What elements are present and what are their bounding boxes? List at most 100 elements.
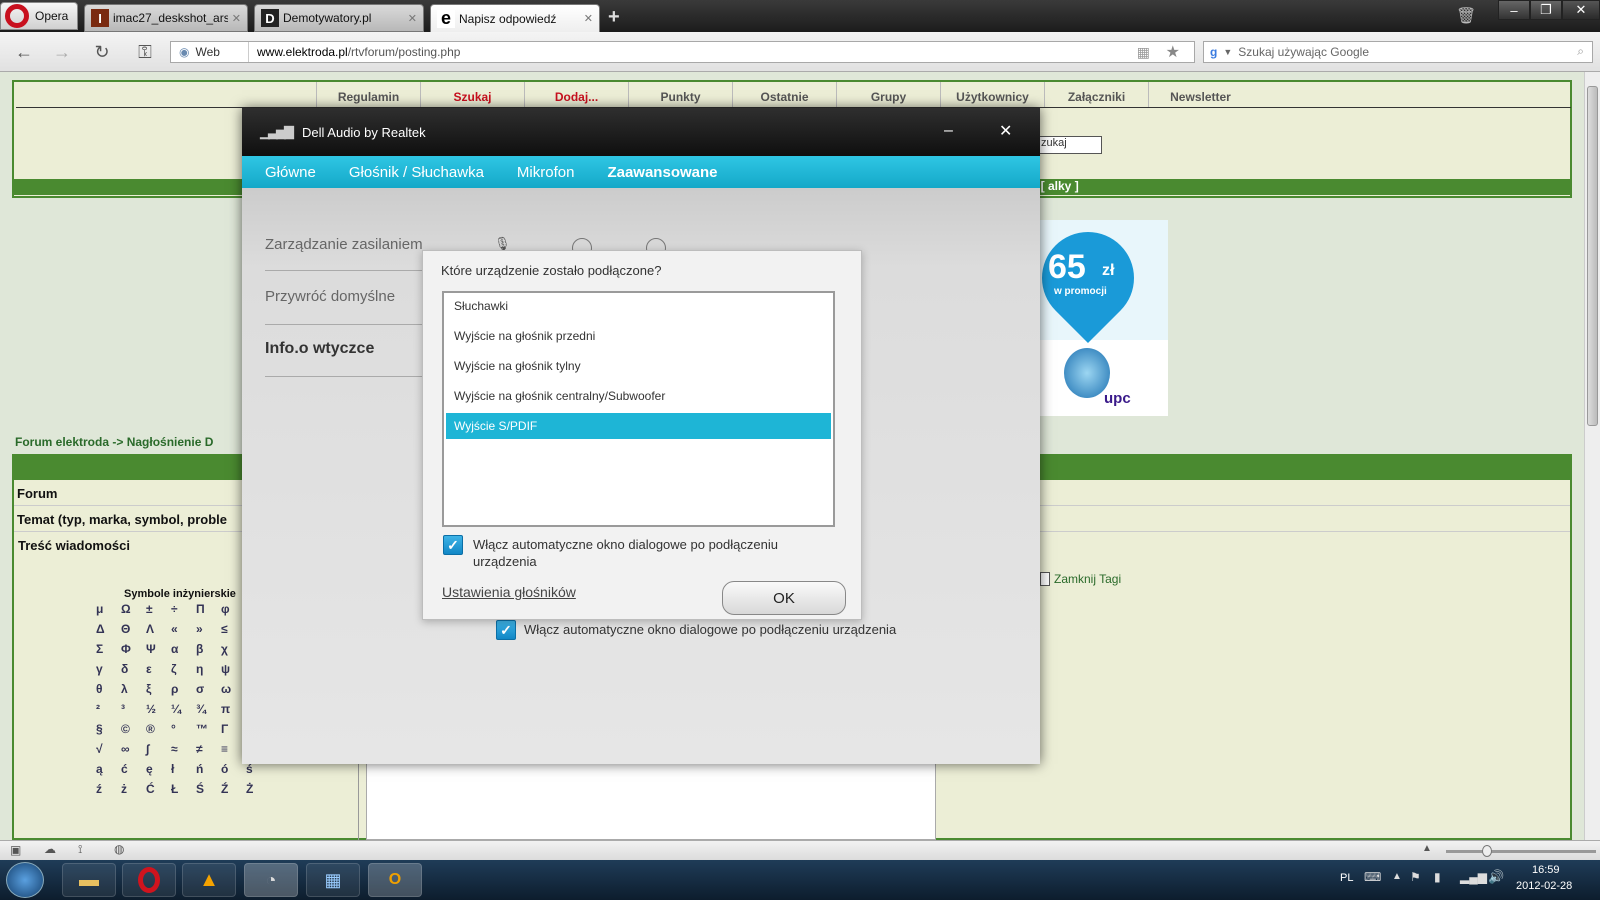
forum-search-input[interactable]: zukaj (1036, 136, 1102, 154)
nav-dodaj[interactable]: Dodaj... (524, 82, 628, 107)
upc-ad[interactable]: 65 zł w promocji upc (1022, 212, 1168, 416)
clock-date[interactable]: 2012-02-28 (1516, 880, 1572, 892)
list-item-spdif[interactable]: Wyjście S/PDIF (446, 413, 831, 439)
bottom-auto-dialog-label[interactable]: Włącz automatyczne okno dialogowe po pod… (524, 622, 896, 637)
symbol-button[interactable]: Π (196, 602, 221, 616)
symbol-button[interactable]: Ψ (146, 642, 171, 656)
search-field[interactable]: g ▼ Szukaj używając Google ⌕ (1203, 41, 1593, 63)
cloud-icon[interactable]: ☁ (44, 842, 56, 856)
list-item-center-subwoofer[interactable]: Wyjście na głośnik centralny/Subwoofer (446, 383, 831, 409)
symbol-button[interactable]: « (171, 622, 196, 636)
zoom-slider-handle[interactable] (1482, 845, 1492, 857)
device-list[interactable]: Słuchawki Wyjście na głośnik przedni Wyj… (442, 291, 835, 527)
keyboard-icon[interactable]: ⌨ (1364, 870, 1381, 884)
symbol-button[interactable]: Φ (121, 642, 146, 656)
nav-ostatnie[interactable]: Ostatnie (732, 82, 836, 107)
symbol-button[interactable]: Σ (96, 642, 121, 656)
tab-glowne[interactable]: Główne (265, 164, 316, 181)
url-field[interactable]: ◉ Web www.elektroda.pl/rtvforum/posting.… (170, 41, 1195, 63)
site-info-button[interactable]: ◉ Web (171, 42, 249, 62)
auto-dialog-label-line2[interactable]: urządzenia (473, 554, 537, 569)
symbol-button[interactable]: ¼ (171, 702, 196, 716)
auto-dialog-checkbox[interactable]: ✓ (443, 535, 463, 555)
close-tags-checkbox[interactable] (1040, 572, 1050, 586)
tab-glosnik-sluchawka[interactable]: Głośnik / Słuchawka (349, 164, 484, 181)
action-center-flag-icon[interactable]: ⚑ (1410, 870, 1421, 884)
close-tab-icon[interactable]: ✕ (584, 12, 593, 25)
explorer-taskbar-icon[interactable]: ▬ (62, 863, 116, 897)
auto-dialog-label-line1[interactable]: Włącz automatyczne okno dialogowe po pod… (473, 537, 778, 552)
minimize-icon[interactable]: – (1498, 0, 1530, 20)
symbol-button[interactable]: ≈ (171, 742, 196, 756)
vertical-scrollbar[interactable] (1584, 72, 1600, 840)
symbol-button[interactable]: ² (96, 702, 121, 716)
close-window-icon[interactable]: ✕ (1562, 0, 1600, 20)
speed-dial-icon[interactable]: ◍ (114, 842, 124, 856)
list-item-headphones[interactable]: Słuchawki (446, 293, 831, 319)
opera-menu-button[interactable]: Opera (0, 2, 78, 30)
zoom-slider[interactable] (1446, 850, 1596, 853)
list-item-front-speaker[interactable]: Wyjście na głośnik przedni (446, 323, 831, 349)
symbol-button[interactable]: Ź (221, 782, 246, 796)
symbol-button[interactable]: Ż (246, 782, 271, 796)
close-tab-icon[interactable]: ✕ (232, 12, 241, 25)
symbol-button[interactable]: η (196, 662, 221, 676)
symbol-button[interactable]: § (96, 722, 121, 736)
side-restore-defaults[interactable]: Przywróć domyślne (265, 288, 395, 305)
reload-icon[interactable]: ↻ (90, 42, 114, 62)
symbol-button[interactable]: ζ (171, 662, 196, 676)
symbol-button[interactable]: δ (121, 662, 146, 676)
symbol-button[interactable]: β (196, 642, 221, 656)
symbol-button[interactable]: ż (121, 782, 146, 796)
symbol-button[interactable]: ł (171, 762, 196, 776)
nav-grupy[interactable]: Grupy (836, 82, 940, 107)
new-tab-icon[interactable]: + (608, 6, 620, 29)
symbol-button[interactable]: ° (171, 722, 196, 736)
outlook-taskbar-icon[interactable]: O (368, 863, 422, 897)
symbol-button[interactable]: ρ (171, 682, 196, 696)
symbol-button[interactable]: ∫ (146, 742, 171, 756)
realtek-taskbar-icon[interactable]: ◔ (244, 863, 298, 897)
opera-taskbar-icon[interactable] (122, 863, 176, 897)
nav-regulamin[interactable]: Regulamin (316, 82, 420, 107)
rss-icon[interactable]: ▦ (1137, 44, 1150, 61)
symbol-button[interactable]: √ (96, 742, 121, 756)
search-icon[interactable]: ⌕ (1577, 44, 1584, 59)
back-icon[interactable]: ← (12, 42, 36, 62)
symbol-button[interactable]: ® (146, 722, 171, 736)
close-icon[interactable]: ✕ (999, 121, 1012, 141)
side-power-management[interactable]: Zarządzanie zasilaniem (265, 236, 423, 253)
symbol-button[interactable]: μ (96, 602, 121, 616)
bookmark-star-icon[interactable]: ★ (1166, 42, 1180, 62)
chevron-up-icon[interactable]: ▲ (1392, 871, 1402, 882)
tab-mikrofon[interactable]: Mikrofon (517, 164, 575, 181)
bottom-auto-dialog-checkbox[interactable]: ✓ (496, 620, 516, 640)
symbol-button[interactable]: λ (121, 682, 146, 696)
tab-imac[interactable]: I imac27_deskshot_ars.J... ✕ (84, 4, 248, 32)
symbol-button[interactable]: ξ (146, 682, 171, 696)
minimize-icon[interactable]: – (944, 122, 953, 140)
scroll-thumb[interactable] (1587, 86, 1598, 426)
control-panel-taskbar-icon[interactable]: ▦ (306, 863, 360, 897)
symbol-button[interactable]: ∞ (121, 742, 146, 756)
list-item-rear-speaker[interactable]: Wyjście na głośnik tylny (446, 353, 831, 379)
chevron-down-icon[interactable]: ▼ (1223, 47, 1232, 57)
symbol-button[interactable]: σ (196, 682, 221, 696)
symbol-button[interactable]: Δ (96, 622, 121, 636)
symbol-button[interactable]: ½ (146, 702, 171, 716)
symbol-button[interactable]: ε (146, 662, 171, 676)
tab-demotywatory[interactable]: D Demotywatory.pl ✕ (254, 4, 424, 32)
symbol-button[interactable]: Ł (171, 782, 196, 796)
symbol-button[interactable]: ą (96, 762, 121, 776)
symbol-button[interactable]: ś (246, 762, 271, 776)
symbol-button[interactable]: Θ (121, 622, 146, 636)
language-indicator[interactable]: PL (1340, 872, 1353, 884)
symbol-button[interactable]: γ (96, 662, 121, 676)
symbol-button[interactable]: α (171, 642, 196, 656)
tab-zaawansowane[interactable]: Zaawansowane (607, 164, 717, 181)
start-button-icon[interactable] (6, 862, 44, 898)
symbol-button[interactable]: ń (196, 762, 221, 776)
symbol-button[interactable]: ≠ (196, 742, 221, 756)
nav-szukaj[interactable]: Szukaj (420, 82, 524, 107)
clock-time[interactable]: 16:59 (1532, 864, 1560, 876)
